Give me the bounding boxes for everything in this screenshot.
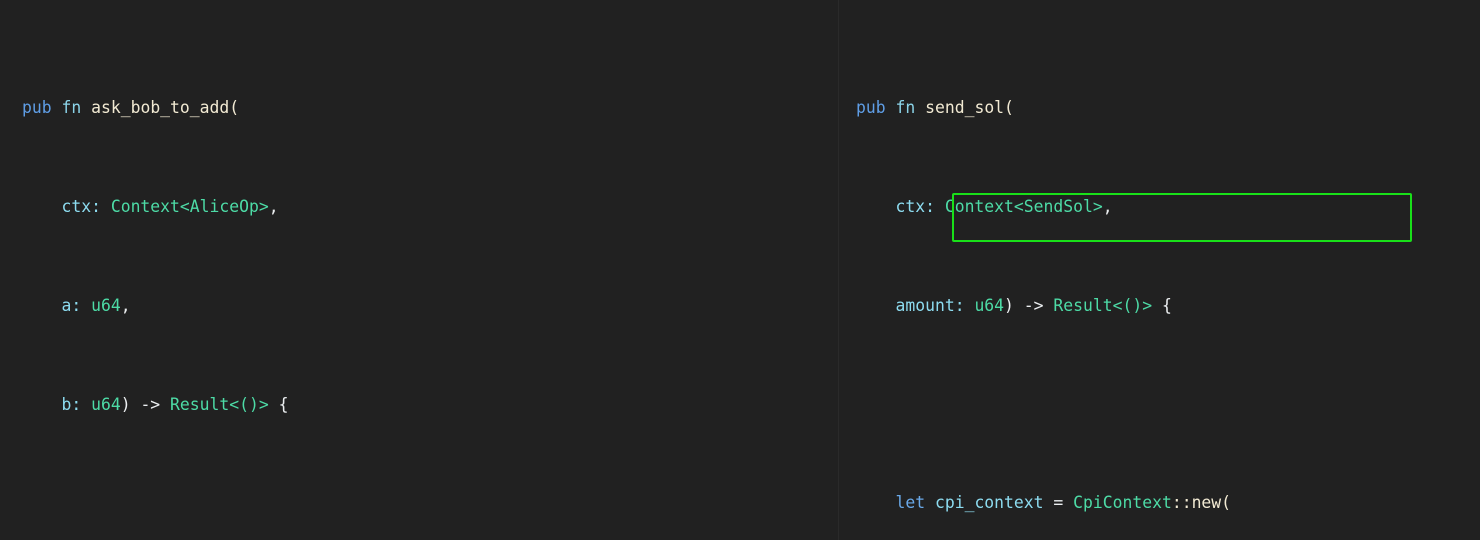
function-name: send_sol( bbox=[925, 98, 1014, 118]
code-line: pub fn ask_bob_to_add( bbox=[22, 96, 838, 121]
arrow: ) -> bbox=[1004, 295, 1054, 315]
cpi-context-type: CpiContext bbox=[1073, 493, 1172, 513]
param-ctx-name: ctx: bbox=[895, 196, 945, 216]
open-brace: { bbox=[268, 394, 289, 414]
comma: , bbox=[1102, 196, 1113, 216]
param-b-name: b: bbox=[61, 394, 92, 414]
open-brace: { bbox=[1152, 295, 1172, 315]
return-type: Result<()> bbox=[170, 394, 269, 414]
code-line: amount: u64) -> Result<()> { bbox=[856, 294, 1480, 319]
new-call: ::new( bbox=[1171, 493, 1232, 513]
keyword-let: let bbox=[895, 493, 926, 513]
param-ctx-type: Context<SendSol> bbox=[944, 196, 1103, 216]
code-line: a: u64, bbox=[22, 294, 838, 319]
param-amount-name: amount: bbox=[895, 295, 975, 315]
code-line: b: u64) -> Result<()> { bbox=[22, 393, 838, 418]
equals: = bbox=[1043, 493, 1074, 513]
left-code-panel: pub fn ask_bob_to_add( ctx: Context<Alic… bbox=[0, 0, 838, 540]
function-name: ask_bob_to_add( bbox=[91, 98, 240, 118]
code-line: ctx: Context<SendSol>, bbox=[856, 195, 1480, 220]
param-ctx-type: Context<AliceOp> bbox=[110, 196, 269, 216]
keyword-pub: pub bbox=[22, 98, 52, 118]
code-line: ctx: Context<AliceOp>, bbox=[22, 195, 838, 220]
keyword-pub: pub bbox=[856, 98, 886, 118]
comma: , bbox=[120, 295, 131, 315]
param-b-type: u64 bbox=[91, 394, 121, 414]
param-ctx-name: ctx: bbox=[61, 196, 111, 216]
code-line: let cpi_context = CpiContext::new( bbox=[856, 491, 1480, 516]
param-amount-type: u64 bbox=[974, 295, 1005, 315]
code-line: pub fn send_sol( bbox=[856, 96, 1480, 121]
keyword-fn: fn bbox=[895, 98, 916, 118]
arrow: ) -> bbox=[120, 394, 171, 414]
param-a-name: a: bbox=[61, 295, 92, 315]
right-code-block[interactable]: pub fn send_sol( ctx: Context<SendSol>, … bbox=[856, 22, 1480, 540]
param-a-type: u64 bbox=[91, 295, 121, 315]
left-code-block[interactable]: pub fn ask_bob_to_add( ctx: Context<Alic… bbox=[22, 22, 838, 540]
panel-divider bbox=[838, 0, 839, 540]
keyword-fn: fn bbox=[61, 98, 82, 118]
right-code-panel: pub fn send_sol( ctx: Context<SendSol>, … bbox=[838, 0, 1480, 540]
cpi-context-variable: cpi_context bbox=[934, 493, 1044, 513]
return-type: Result<()> bbox=[1053, 295, 1153, 315]
comma: , bbox=[268, 196, 279, 216]
code-comparison-view: pub fn ask_bob_to_add( ctx: Context<Alic… bbox=[0, 0, 1480, 540]
